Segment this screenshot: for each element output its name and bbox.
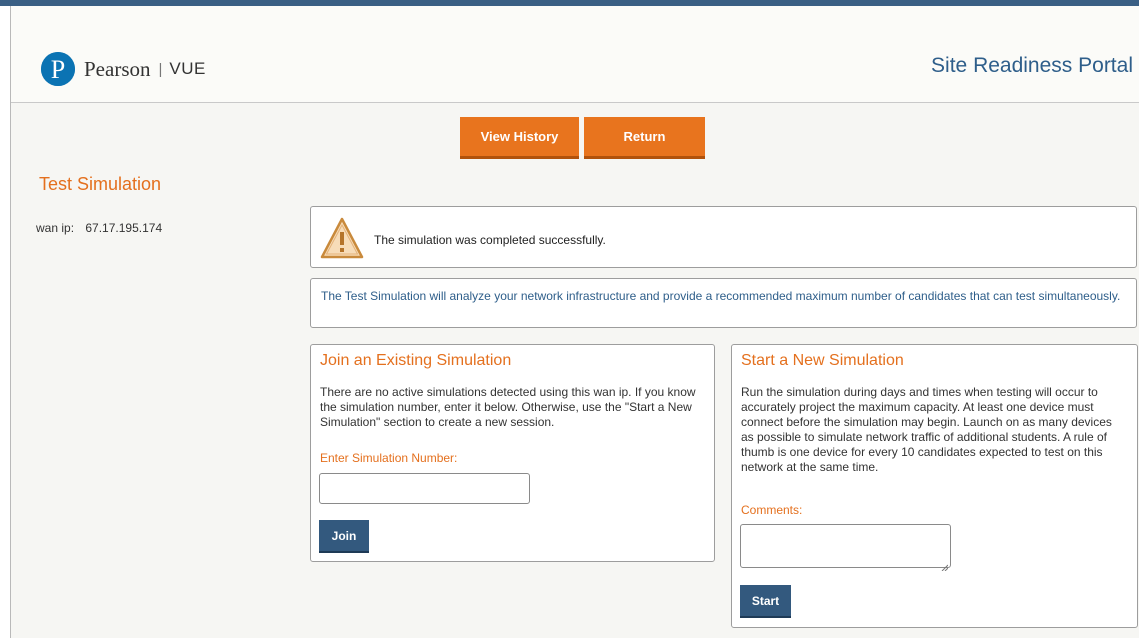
logo-sub: VUE (169, 59, 206, 78)
page-frame: P Pearson | VUE Site Readiness Portal Vi… (10, 6, 1139, 638)
resize-grip-icon[interactable] (941, 558, 949, 572)
page-title: Test Simulation (39, 174, 162, 194)
logo-name: Pearson (84, 56, 151, 81)
join-panel-description: There are no active simulations detected… (320, 385, 696, 429)
join-panel-title: Join an Existing Simulation (320, 352, 512, 369)
start-button[interactable]: Start (740, 585, 791, 618)
wan-ip: wan ip: 67.17.195.174 (36, 221, 162, 235)
logo-separator: | (158, 60, 163, 78)
wan-ip-value: 67.17.195.174 (85, 221, 163, 235)
join-simulation-panel: Join an Existing Simulation There are no… (310, 344, 715, 562)
return-button[interactable]: Return (584, 117, 705, 159)
alert-message: The simulation was completed successfull… (374, 233, 606, 247)
comments-textarea[interactable] (740, 524, 951, 572)
comments-label: Comments: (741, 503, 803, 517)
svg-text:P: P (51, 55, 65, 84)
simulation-number-input[interactable] (319, 473, 530, 504)
pearson-logo-icon: P (41, 52, 75, 86)
header: P Pearson | VUE Site Readiness Portal (11, 6, 1139, 103)
success-alert: The simulation was completed successfull… (310, 206, 1137, 268)
start-simulation-panel: Start a New Simulation Run the simulatio… (731, 344, 1138, 628)
view-history-button[interactable]: View History (460, 117, 579, 159)
simulation-number-label: Enter Simulation Number: (320, 451, 458, 465)
start-panel-description: Run the simulation during days and times… (741, 385, 1112, 474)
portal-title: Site Readiness Portal (931, 54, 1133, 77)
wan-ip-label: wan ip: (36, 221, 75, 235)
pearson-vue-logo[interactable]: P Pearson | VUE (41, 52, 206, 86)
start-panel-title: Start a New Simulation (741, 352, 904, 369)
info-box: The Test Simulation will analyze your ne… (310, 278, 1137, 328)
warning-icon (320, 216, 364, 265)
join-button[interactable]: Join (319, 520, 369, 553)
